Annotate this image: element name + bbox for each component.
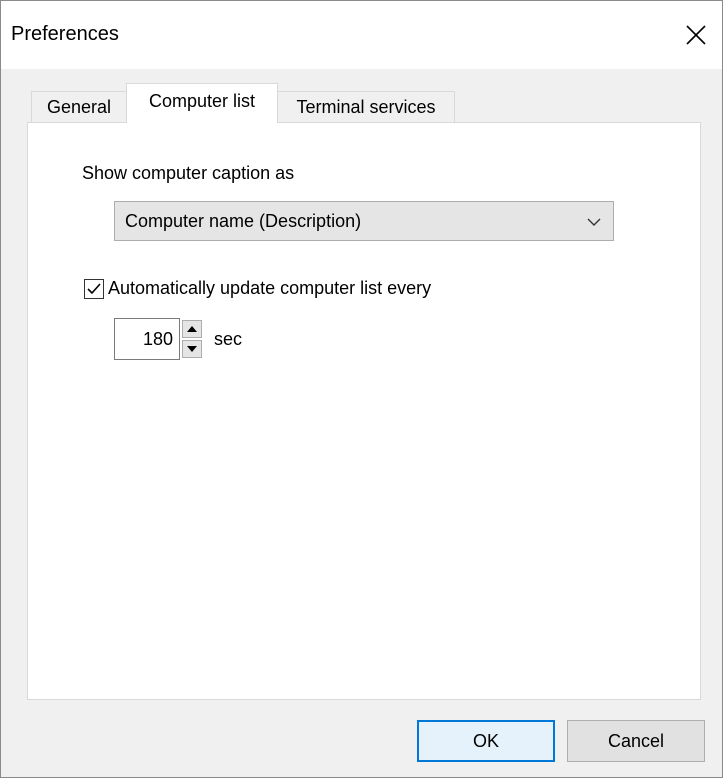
caption-dropdown[interactable]: Computer name (Description) xyxy=(114,201,614,241)
window-title: Preferences xyxy=(11,23,119,45)
tab-bar: General Computer list Terminal services xyxy=(1,81,722,123)
preferences-dialog: Preferences General Computer list Termin… xyxy=(0,0,723,778)
ok-button[interactable]: OK xyxy=(417,720,555,762)
spin-down-button[interactable] xyxy=(182,340,202,358)
close-icon xyxy=(686,25,706,45)
checkmark-icon xyxy=(87,282,101,294)
tab-terminal-services[interactable]: Terminal services xyxy=(277,91,455,123)
cancel-button[interactable]: Cancel xyxy=(567,720,705,762)
spin-buttons xyxy=(182,320,202,358)
arrow-up-icon xyxy=(187,326,197,332)
auto-update-checkbox[interactable] xyxy=(84,278,104,299)
tab-general[interactable]: General xyxy=(31,91,127,123)
spin-up-button[interactable] xyxy=(182,320,202,338)
interval-spinner: sec xyxy=(114,317,242,361)
interval-input[interactable] xyxy=(114,318,180,360)
interval-unit: sec xyxy=(214,328,243,349)
arrow-down-icon xyxy=(187,346,197,352)
caption-label: Show computer caption as xyxy=(82,163,295,183)
title-bar: Preferences xyxy=(1,1,722,69)
tab-panel-computer-list: Show computer caption as Computer name (… xyxy=(27,122,701,700)
auto-update-label: Automatically update computer list every xyxy=(108,278,432,298)
caption-dropdown-value: Computer name (Description) xyxy=(125,211,362,231)
close-button[interactable] xyxy=(676,15,716,55)
auto-update-row[interactable]: Automatically update computer list every xyxy=(84,278,431,299)
chevron-down-icon xyxy=(587,218,601,226)
tab-computer-list[interactable]: Computer list xyxy=(126,83,278,123)
